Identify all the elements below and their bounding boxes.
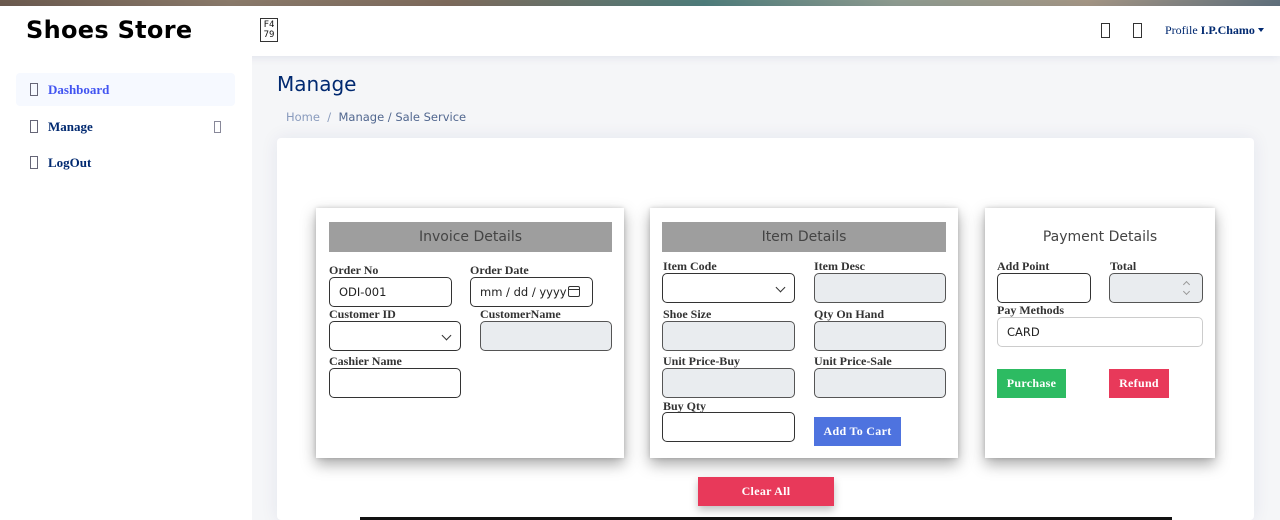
sidebar: Dashboard Manage LogOut	[0, 56, 252, 520]
invoice-details-panel: Invoice Details Order No ODI-001 Order D…	[316, 208, 624, 458]
breadcrumb: Home / Manage / Sale Service	[286, 110, 466, 124]
total-field	[1109, 273, 1203, 303]
clear-all-button[interactable]: Clear All	[698, 477, 834, 506]
add-point-field[interactable]	[997, 273, 1091, 303]
payment-details-title: Payment Details	[1042, 229, 1158, 245]
shoe-size-label: Shoe Size	[663, 307, 712, 321]
item-code-label: Item Code	[663, 259, 717, 273]
payment-details-panel: Payment Details Add Point Total Pay Meth…	[985, 208, 1215, 458]
add-to-cart-button[interactable]: Add To Cart	[814, 417, 901, 446]
customer-name-field	[480, 321, 612, 351]
chevron-down-icon	[214, 121, 221, 133]
brand-logo[interactable]: Shoes Store	[26, 16, 192, 44]
qty-on-hand-field	[814, 321, 946, 351]
profile-dropdown[interactable]: Profile I.P.Chamo	[1165, 23, 1264, 38]
sidebar-toggle-icon[interactable]: F4 79	[260, 18, 278, 42]
item-details-title: Item Details	[662, 222, 946, 252]
unit-price-buy-label: Unit Price-Buy	[663, 354, 740, 368]
customer-name-label: CustomerName	[480, 307, 561, 321]
calendar-icon[interactable]	[568, 286, 580, 297]
cashier-name-field[interactable]	[329, 368, 461, 398]
item-code-select[interactable]	[662, 273, 795, 303]
breadcrumb-separator: /	[327, 110, 332, 124]
refund-button[interactable]: Refund	[1109, 369, 1169, 398]
cashier-name-label: Cashier Name	[329, 354, 402, 368]
chevron-down-icon	[441, 330, 452, 341]
breadcrumb-home[interactable]: Home	[286, 110, 320, 124]
order-date-placeholder: mm / dd / yyyy	[480, 285, 567, 299]
breadcrumb-current: Manage / Sale Service	[338, 110, 467, 124]
sidebar-item-label: Manage	[48, 118, 93, 134]
grid-icon	[30, 83, 38, 96]
caret-down-icon	[1257, 28, 1264, 32]
order-date-field[interactable]: mm / dd / yyyy	[470, 277, 593, 307]
messages-icon[interactable]	[1133, 23, 1142, 38]
customer-id-label: Customer ID	[329, 307, 396, 321]
purchase-button[interactable]: Purchase	[997, 369, 1066, 398]
notifications-icon[interactable]	[1101, 23, 1110, 38]
sidebar-item-label: LogOut	[48, 154, 92, 170]
sidebar-item-manage[interactable]: Manage	[16, 110, 235, 143]
qty-on-hand-label: Qty On Hand	[814, 307, 885, 321]
menu-icon	[30, 120, 38, 133]
order-no-field[interactable]: ODI-001	[329, 277, 452, 307]
sidebar-item-dashboard[interactable]: Dashboard	[16, 73, 235, 106]
buy-qty-field[interactable]	[662, 412, 795, 442]
logout-icon	[30, 156, 38, 169]
unit-price-sale-label: Unit Price-Sale	[814, 354, 892, 368]
add-point-label: Add Point	[997, 259, 1050, 273]
order-no-label: Order No	[329, 263, 379, 277]
sidebar-item-logout[interactable]: LogOut	[16, 146, 235, 179]
total-label: Total	[1110, 259, 1137, 273]
top-header: Shoes Store F4 79 Profile I.P.Chamo	[0, 6, 1280, 56]
profile-label: Profile	[1165, 23, 1198, 37]
pay-methods-field[interactable]: CARD	[997, 317, 1203, 347]
spinner-icon	[1184, 282, 1190, 294]
shoe-size-field	[662, 321, 795, 351]
chevron-down-icon	[775, 282, 786, 293]
sidebar-item-label: Dashboard	[48, 81, 110, 97]
unit-price-buy-field	[662, 368, 795, 398]
pay-methods-label: Pay Methods	[997, 303, 1064, 317]
unit-price-sale-field	[814, 368, 946, 398]
invoice-details-title: Invoice Details	[329, 222, 612, 252]
page-title: Manage	[277, 72, 357, 96]
item-desc-field	[814, 273, 946, 303]
item-details-panel: Item Details Item Code Item Desc Shoe Si…	[650, 208, 958, 458]
item-desc-label: Item Desc	[814, 259, 865, 273]
customer-id-select[interactable]	[329, 321, 461, 351]
profile-name: I.P.Chamo	[1200, 23, 1255, 37]
order-date-label: Order Date	[470, 263, 529, 277]
